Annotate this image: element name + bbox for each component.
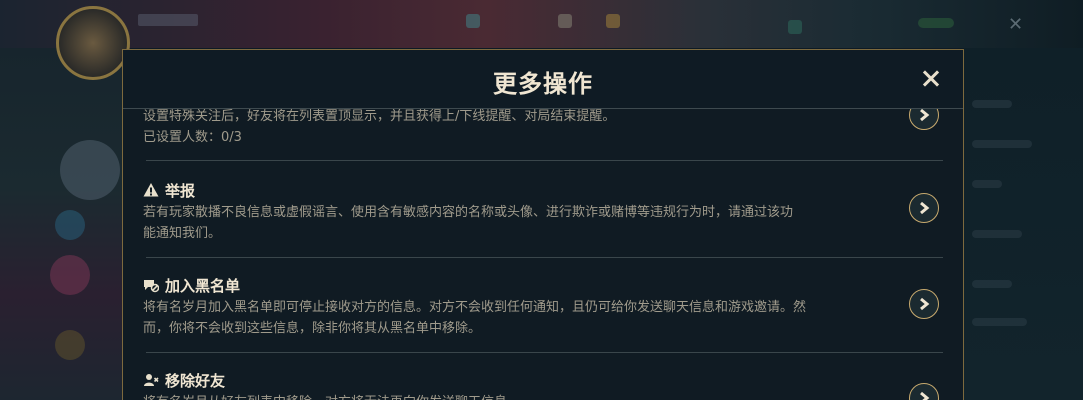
remove-friend-description: 将有名岁月从好友列表中移除，对方将无法再向你发送聊天信息。 — [143, 392, 823, 400]
background-list-row — [972, 180, 1002, 188]
background-social-icon — [788, 20, 802, 34]
report-section: 举报 若有玩家散播不良信息或虚假谣言、使用含有敏感内容的名称或头像、进行欺诈或赌… — [143, 180, 943, 244]
background-friend-avatar — [55, 210, 85, 240]
section-divider — [146, 160, 943, 161]
chevron-right-icon — [920, 297, 930, 311]
background-online-status — [918, 18, 954, 28]
report-title: 举报 — [143, 180, 943, 200]
remove-friend-title-label: 移除好友 — [165, 371, 226, 390]
blacklist-section: 加入黑名单 将有名岁月加入黑名单即可停止接收对方的信息。对方不会收到任何通知，且… — [143, 275, 943, 339]
background-currency-icon — [466, 14, 480, 28]
report-arrow-button[interactable] — [909, 193, 939, 223]
background-list-row — [972, 100, 1012, 108]
chevron-right-icon — [920, 201, 930, 215]
special-follow-count: 已设置人数：0/3 — [143, 130, 242, 145]
blacklist-title: 加入黑名单 — [143, 275, 943, 295]
remove-friend-section: 移除好友 将有名岁月从好友列表中移除，对方将无法再向你发送聊天信息。 — [143, 370, 943, 400]
background-list-row — [972, 318, 1027, 326]
background-currency-icon — [558, 14, 572, 28]
report-title-label: 举报 — [165, 181, 196, 200]
more-actions-dialog: 更多操作 设置特殊关注后，好友将在列表置顶显示，并且获得上/下线提醒、对局结束提… — [122, 49, 964, 400]
blacklist-description-line2: 而，你将不会收到这些信息，除非你将其从黑名单中移除。 — [143, 321, 482, 336]
background-friend-avatar — [50, 255, 90, 295]
chevron-right-icon — [920, 108, 930, 122]
background-list-row — [972, 230, 1022, 238]
blacklist-arrow-button[interactable] — [909, 289, 939, 319]
close-button[interactable] — [919, 67, 943, 91]
special-follow-section: 设置特殊关注后，好友将在列表置顶显示，并且获得上/下线提醒、对局结束提醒。 已设… — [143, 100, 943, 148]
warning-icon — [143, 183, 159, 197]
background-summoner-name — [138, 14, 198, 26]
blacklist-title-label: 加入黑名单 — [165, 276, 241, 295]
background-friend-avatar — [55, 330, 85, 360]
background-close-icon: ✕ — [1008, 14, 1024, 35]
background-list-row — [972, 140, 1032, 148]
section-divider — [146, 257, 943, 258]
report-description-line2: 能通知我们。 — [143, 226, 222, 241]
section-divider — [146, 352, 943, 353]
remove-friend-title: 移除好友 — [143, 370, 943, 390]
background-avatar — [56, 6, 130, 80]
report-description-line1: 若有玩家散播不良信息或虚假谣言、使用含有敏感内容的名称或头像、进行欺诈或赌博等违… — [143, 205, 794, 220]
special-follow-description: 设置特殊关注后，好友将在列表置顶显示，并且获得上/下线提醒、对局结束提醒。 — [143, 109, 616, 124]
blacklist-description-line1: 将有名岁月加入黑名单即可停止接收对方的信息。对方不会收到任何通知，且仍可给你发送… — [143, 300, 807, 315]
block-chat-icon — [144, 280, 159, 293]
background-list-row — [972, 280, 1012, 288]
dialog-header: 更多操作 — [123, 50, 963, 109]
remove-user-icon — [144, 374, 159, 386]
dialog-title: 更多操作 — [493, 70, 593, 98]
background-art — [60, 140, 120, 200]
chevron-right-icon — [920, 391, 930, 400]
background-currency-icon — [606, 14, 620, 28]
